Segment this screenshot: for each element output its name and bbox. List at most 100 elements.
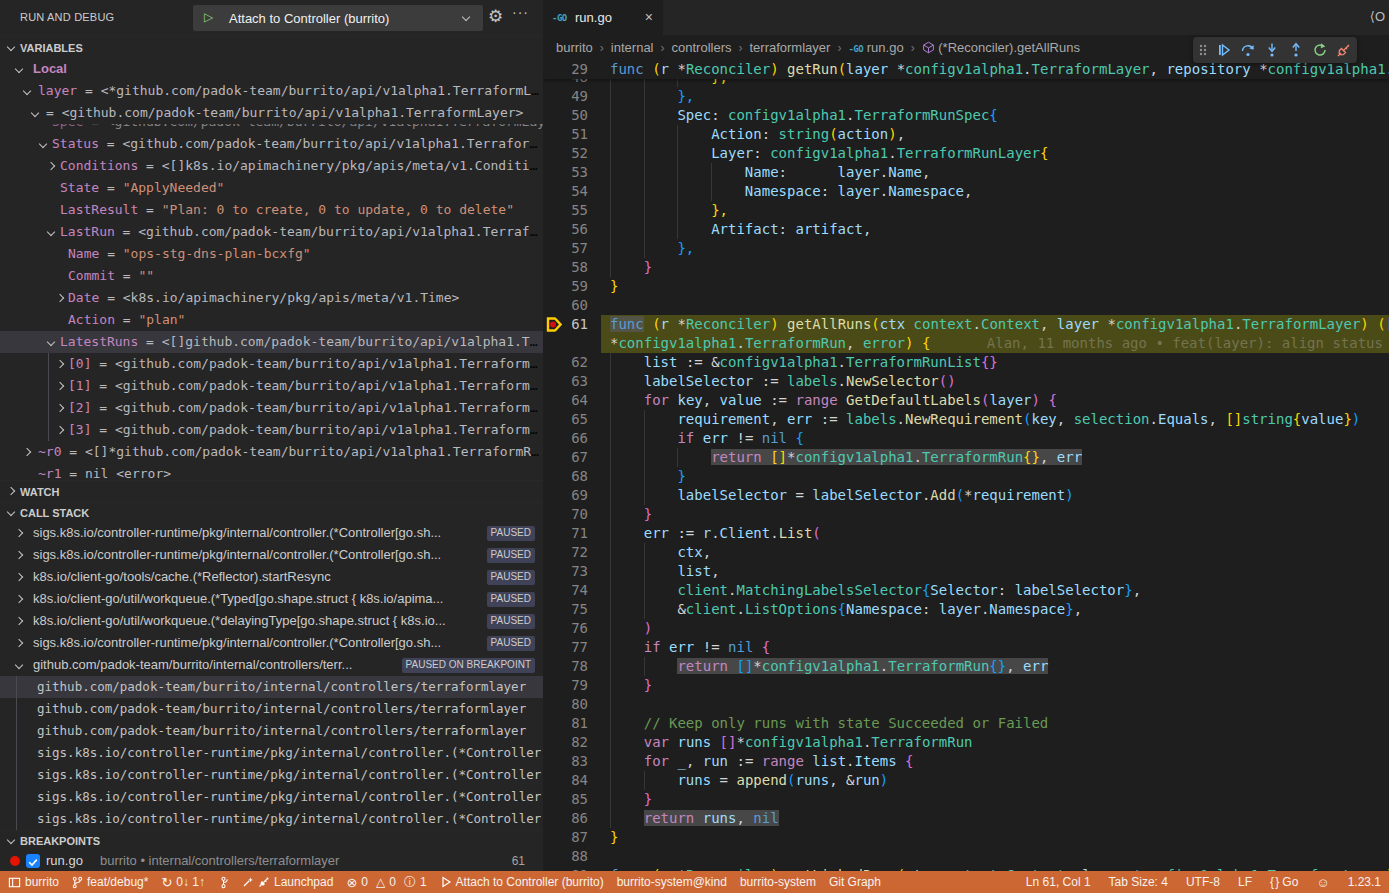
breakpoint-row[interactable]: run.goburrito • internal/controllers/ter… xyxy=(0,850,543,871)
section-variables[interactable]: VARIABLES xyxy=(0,36,543,58)
code-line[interactable]: 49 }, xyxy=(543,87,1389,106)
restart-icon[interactable] xyxy=(1312,42,1328,58)
code-line[interactable]: 60 xyxy=(543,296,1389,315)
stack-chevron-icon[interactable] xyxy=(15,639,23,647)
stack-chevron-icon[interactable] xyxy=(15,661,23,669)
variable-row[interactable]: State = "ApplyNeeded" xyxy=(0,177,543,199)
code-line[interactable]: 65 requirement, err := labels.NewRequire… xyxy=(543,410,1389,429)
disconnect-icon[interactable] xyxy=(1336,42,1352,58)
tree-chevron-icon[interactable] xyxy=(47,228,55,236)
variable-row[interactable]: Commit = "" xyxy=(0,265,543,287)
remote-indicator[interactable]: burrito xyxy=(8,875,59,889)
code-line[interactable]: 71 err := r.Client.List( xyxy=(543,524,1389,543)
gear-icon[interactable]: ⚙ xyxy=(488,8,503,25)
breadcrumb-item[interactable]: controllers xyxy=(672,40,732,55)
git-branch[interactable]: feat/debug* xyxy=(72,875,148,889)
kube-namespace[interactable]: burrito-system xyxy=(740,875,816,889)
cursor-position[interactable]: Ln 61, Col 1 xyxy=(1026,875,1091,889)
code-line[interactable]: 87} xyxy=(543,828,1389,847)
stack-chevron-icon[interactable] xyxy=(15,529,23,537)
code-line[interactable]: 79 } xyxy=(543,676,1389,695)
breadcrumb-item[interactable]: internal xyxy=(611,40,654,55)
variable-row[interactable]: LatestRuns = <[]github.com/padok-team/bu… xyxy=(0,331,543,353)
git-graph[interactable]: Git Graph xyxy=(829,875,881,889)
code-line[interactable]: 62 list := &configv1alpha1.TerraformRunL… xyxy=(543,353,1389,372)
variable-row[interactable]: Name = "ops-stg-dns-plan-bcxfg" xyxy=(0,243,543,265)
variable-row[interactable]: [2] = <github.com/padok-team/burrito/api… xyxy=(0,397,543,419)
stack-frame-row[interactable]: sigs.k8s.io/controller-runtime/pkg/inter… xyxy=(0,786,543,808)
tree-chevron-icon[interactable] xyxy=(56,382,64,390)
variable-row[interactable]: LastRun = <github.com/padok-team/burrito… xyxy=(0,221,543,243)
tree-chevron-icon[interactable] xyxy=(15,65,23,73)
code-line[interactable]: 66 if err != nil { xyxy=(543,429,1389,448)
code-line[interactable]: 59} xyxy=(543,277,1389,296)
variable-row[interactable]: = <github.com/padok-team/burrito/api/v1a… xyxy=(0,102,543,124)
variable-row[interactable]: [1] = <github.com/padok-team/burrito/api… xyxy=(0,375,543,397)
callstack-row[interactable]: k8s.io/client-go/util/workqueue.(*Typed[… xyxy=(0,588,543,610)
split-editor-icon[interactable]: ⟨O xyxy=(1370,9,1385,24)
variable-row[interactable]: ~r0 = <[]*github.com/padok-team/burrito/… xyxy=(0,441,543,463)
code-line[interactable]: 85 } xyxy=(543,790,1389,809)
stack-chevron-icon[interactable] xyxy=(15,551,23,559)
code-line[interactable]: 54 Namespace: layer.Namespace, xyxy=(543,182,1389,201)
code-line[interactable]: 86 return runs, nil xyxy=(543,809,1389,828)
code-line[interactable]: 81 // Keep only runs with state Succeede… xyxy=(543,714,1389,733)
kube-context[interactable]: burrito-system@kind xyxy=(617,875,727,889)
breadcrumb-item[interactable]: terraformlayer xyxy=(749,40,830,55)
tree-chevron-icon[interactable] xyxy=(56,294,64,302)
start-debug-icon[interactable]: ▷ xyxy=(204,10,213,24)
variable-row[interactable]: layer = <*github.com/padok-team/burrito/… xyxy=(0,80,543,102)
tree-chevron-icon[interactable] xyxy=(47,162,55,170)
code-line[interactable]: 73 list, xyxy=(543,562,1389,581)
code-line[interactable]: 74 client.MatchingLabelsSelector{Selecto… xyxy=(543,581,1389,600)
tree-chevron-icon[interactable] xyxy=(56,360,64,368)
callstack-row[interactable]: k8s.io/client-go/util/workqueue.(*delayi… xyxy=(0,610,543,632)
callstack-row[interactable]: sigs.k8s.io/controller-runtime/pkg/inter… xyxy=(0,544,543,566)
code-line[interactable]: 56 Artifact: artifact, xyxy=(543,220,1389,239)
feedback-icon[interactable]: ☺ xyxy=(1316,875,1329,890)
code-line[interactable]: 83 for _, run := range list.Items { xyxy=(543,752,1389,771)
tree-chevron-icon[interactable] xyxy=(23,448,31,456)
stack-frame-row[interactable]: sigs.k8s.io/controller-runtime/pkg/inter… xyxy=(0,808,543,830)
stack-frame-row[interactable]: github.com/padok-team/burrito/internal/c… xyxy=(0,698,543,720)
sync-changes[interactable]: ↻0↓ 1↑ xyxy=(161,875,205,890)
breadcrumb-item[interactable]: burrito xyxy=(556,40,593,55)
drag-handle-icon[interactable] xyxy=(1198,42,1208,58)
code-line[interactable]: 50 Spec: configv1alpha1.TerraformRunSpec… xyxy=(543,106,1389,125)
variable-row[interactable]: [0] = <github.com/padok-team/burrito/api… xyxy=(0,353,543,375)
tab-run-go[interactable]: -GO run.go × xyxy=(543,0,663,35)
tab-close-icon[interactable]: × xyxy=(645,9,653,25)
variable-row[interactable]: Action = "plan" xyxy=(0,309,543,331)
code-line[interactable]: 82 var runs []*configv1alpha1.TerraformR… xyxy=(543,733,1389,752)
code-line[interactable]: 63 labelSelector := labels.NewSelector() xyxy=(543,372,1389,391)
code-line[interactable]: 53 Name: layer.Name, xyxy=(543,163,1389,182)
stack-frame-row[interactable]: github.com/padok-team/burrito/internal/c… xyxy=(0,720,543,742)
language-mode[interactable]: { }Go xyxy=(1270,875,1298,889)
debug-config-dropdown[interactable]: ▷ Attach to Controller (burrito) xyxy=(193,5,483,31)
code-line[interactable]: 57 }, xyxy=(543,239,1389,258)
tree-chevron-icon[interactable] xyxy=(56,426,64,434)
variable-row[interactable]: Local xyxy=(0,58,543,80)
code-line[interactable]: 69 labelSelector = labelSelector.Add(*re… xyxy=(543,486,1389,505)
source-control-graph-icon[interactable] xyxy=(218,876,229,889)
stack-frame-row[interactable]: github.com/padok-team/burrito/internal/c… xyxy=(0,676,543,698)
code-line[interactable]: 77 if err != nil { xyxy=(543,638,1389,657)
tab-size[interactable]: Tab Size: 4 xyxy=(1109,875,1168,889)
breadcrumb-item[interactable]: (*Reconciler).getAllRuns xyxy=(938,40,1080,55)
code-line[interactable]: 75 &client.ListOptions{Namespace: layer.… xyxy=(543,600,1389,619)
variable-row[interactable]: Spec = <github.com/padok-team/burrito/ap… xyxy=(0,124,543,133)
continue-icon[interactable] xyxy=(1216,42,1232,58)
code-line[interactable]: 76 ) xyxy=(543,619,1389,638)
variable-row[interactable]: Status = <github.com/padok-team/burrito/… xyxy=(0,133,543,155)
code-line[interactable]: 51 Action: string(action), xyxy=(543,125,1389,144)
stack-chevron-icon[interactable] xyxy=(15,617,23,625)
launchpad[interactable]: Launchpad xyxy=(242,875,333,889)
code-line[interactable]: 84 runs = append(runs, &run) xyxy=(543,771,1389,790)
more-actions-icon[interactable]: ··· xyxy=(512,4,529,20)
code-line[interactable]: 67 return []*configv1alpha1.TerraformRun… xyxy=(543,448,1389,467)
eol[interactable]: LF xyxy=(1238,875,1252,889)
tree-chevron-icon[interactable] xyxy=(31,109,39,117)
stack-frame-row[interactable]: sigs.k8s.io/controller-runtime/pkg/inter… xyxy=(0,764,543,786)
stack-chevron-icon[interactable] xyxy=(15,595,23,603)
code-line[interactable]: 61func (r *Reconciler) getAllRuns(ctx co… xyxy=(543,315,1389,334)
